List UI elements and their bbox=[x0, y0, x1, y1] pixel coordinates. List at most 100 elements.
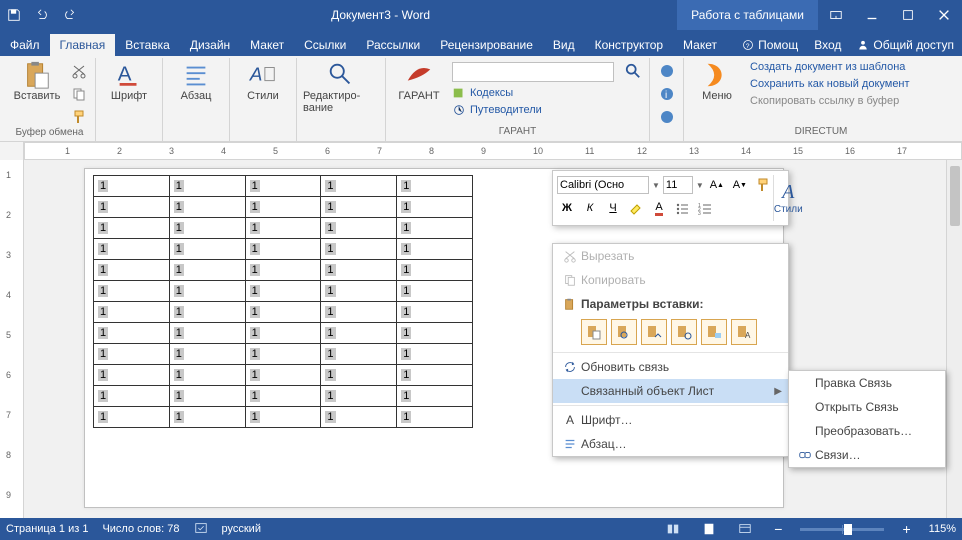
table-cell[interactable]: 1 bbox=[94, 260, 170, 281]
status-words[interactable]: Число слов: 78 bbox=[102, 523, 179, 535]
paste-option-4[interactable] bbox=[671, 319, 697, 345]
mini-fontsize-input[interactable] bbox=[663, 176, 693, 194]
tab-review[interactable]: Рецензирование bbox=[430, 34, 543, 56]
save-icon[interactable] bbox=[0, 0, 28, 30]
table-cell[interactable]: 1 bbox=[94, 344, 170, 365]
paste-option-5[interactable] bbox=[701, 319, 727, 345]
table-cell[interactable]: 1 bbox=[245, 197, 321, 218]
share-button[interactable]: Общий доступ bbox=[849, 34, 962, 56]
zoom-slider[interactable] bbox=[800, 528, 884, 531]
table-cell[interactable]: 1 bbox=[245, 239, 321, 260]
table-cell[interactable]: 1 bbox=[169, 365, 245, 386]
tab-table-design[interactable]: Конструктор bbox=[585, 34, 673, 56]
ctx-linked-object[interactable]: Связанный объект Лист ▶ bbox=[553, 379, 788, 403]
table-cell[interactable]: 1 bbox=[397, 197, 473, 218]
table-cell[interactable]: 1 bbox=[397, 386, 473, 407]
tab-insert[interactable]: Вставка bbox=[115, 34, 180, 56]
table-cell[interactable]: 1 bbox=[169, 344, 245, 365]
table-cell[interactable]: 1 bbox=[321, 302, 397, 323]
view-web-icon[interactable] bbox=[734, 520, 756, 538]
table-cell[interactable]: 1 bbox=[94, 197, 170, 218]
tab-references[interactable]: Ссылки bbox=[294, 34, 356, 56]
styles-dropdown[interactable]: A Стили bbox=[236, 60, 290, 102]
table-cell[interactable]: 1 bbox=[169, 323, 245, 344]
sub-convert[interactable]: Преобразовать… bbox=[789, 419, 945, 443]
table-cell[interactable]: 1 bbox=[321, 344, 397, 365]
format-painter-icon[interactable] bbox=[68, 106, 89, 127]
cut-icon[interactable] bbox=[68, 60, 89, 81]
sub-links[interactable]: Связи… bbox=[789, 443, 945, 467]
table-cell[interactable]: 1 bbox=[397, 239, 473, 260]
mini-styles-button[interactable]: A Стили bbox=[773, 175, 803, 221]
table-cell[interactable]: 1 bbox=[169, 386, 245, 407]
view-print-icon[interactable] bbox=[698, 520, 720, 538]
data-table[interactable]: 1111111111111111111111111111111111111111… bbox=[93, 175, 473, 428]
table-cell[interactable]: 1 bbox=[321, 407, 397, 428]
font-color-icon[interactable]: A bbox=[649, 198, 669, 218]
copy-icon[interactable] bbox=[68, 83, 89, 104]
table-cell[interactable]: 1 bbox=[94, 281, 170, 302]
table-cell[interactable]: 1 bbox=[94, 239, 170, 260]
table-cell[interactable]: 1 bbox=[245, 302, 321, 323]
table-cell[interactable]: 1 bbox=[321, 365, 397, 386]
view-read-icon[interactable] bbox=[662, 520, 684, 538]
sub-open-link[interactable]: Открыть Связь bbox=[789, 395, 945, 419]
increase-font-icon[interactable]: A▲ bbox=[707, 175, 727, 195]
tab-home[interactable]: Главная bbox=[50, 34, 116, 56]
table-cell[interactable]: 1 bbox=[245, 365, 321, 386]
ctx-update-link[interactable]: Обновить связь bbox=[553, 355, 788, 379]
directum-menu-button[interactable]: Меню bbox=[690, 60, 744, 102]
table-cell[interactable]: 1 bbox=[169, 281, 245, 302]
table-cell[interactable]: 1 bbox=[245, 281, 321, 302]
table-cell[interactable]: 1 bbox=[169, 407, 245, 428]
help-button[interactable]: ?Помощ bbox=[734, 34, 806, 56]
garant-button[interactable]: ГАРАНТ bbox=[392, 60, 446, 102]
table-cell[interactable]: 1 bbox=[169, 176, 245, 197]
paste-option-6[interactable]: A bbox=[731, 319, 757, 345]
table-cell[interactable]: 1 bbox=[169, 302, 245, 323]
table-cell[interactable]: 1 bbox=[94, 302, 170, 323]
tab-table-layout[interactable]: Макет bbox=[673, 34, 727, 56]
table-cell[interactable]: 1 bbox=[321, 323, 397, 344]
format-painter-mini-icon[interactable] bbox=[753, 175, 773, 195]
mini-font-input[interactable] bbox=[557, 176, 649, 194]
paste-option-3[interactable] bbox=[641, 319, 667, 345]
table-cell[interactable]: 1 bbox=[169, 218, 245, 239]
font-dropdown[interactable]: A Шрифт bbox=[102, 60, 156, 102]
table-cell[interactable]: 1 bbox=[321, 281, 397, 302]
sub-edit-link[interactable]: Правка Связь bbox=[789, 371, 945, 395]
directum-saveas-link[interactable]: Сохранить как новый документ bbox=[748, 77, 912, 91]
directum-create-link[interactable]: Создать документ из шаблона bbox=[748, 60, 912, 74]
table-cell[interactable]: 1 bbox=[397, 260, 473, 281]
tab-design[interactable]: Дизайн bbox=[180, 34, 240, 56]
garant-info-icon[interactable]: i bbox=[656, 83, 677, 104]
table-cell[interactable]: 1 bbox=[245, 344, 321, 365]
table-cell[interactable]: 1 bbox=[169, 239, 245, 260]
scrollbar-vertical[interactable] bbox=[946, 160, 962, 520]
bold-button[interactable]: Ж bbox=[557, 198, 577, 218]
tab-layout[interactable]: Макет bbox=[240, 34, 294, 56]
garant-guides-link[interactable]: Путеводители bbox=[450, 102, 618, 118]
table-cell[interactable]: 1 bbox=[94, 407, 170, 428]
table-cell[interactable]: 1 bbox=[397, 323, 473, 344]
undo-icon[interactable] bbox=[28, 0, 56, 30]
status-language[interactable]: русский bbox=[222, 523, 261, 535]
table-cell[interactable]: 1 bbox=[321, 386, 397, 407]
table-cell[interactable]: 1 bbox=[94, 176, 170, 197]
table-cell[interactable]: 1 bbox=[245, 323, 321, 344]
tab-file[interactable]: Файл bbox=[0, 34, 50, 56]
table-cell[interactable]: 1 bbox=[94, 323, 170, 344]
redo-icon[interactable] bbox=[56, 0, 84, 30]
table-cell[interactable]: 1 bbox=[94, 218, 170, 239]
table-cell[interactable]: 1 bbox=[321, 260, 397, 281]
close-icon[interactable] bbox=[926, 0, 962, 30]
editing-dropdown[interactable]: Редактиро­вание bbox=[303, 60, 379, 114]
italic-button[interactable]: К bbox=[580, 198, 600, 218]
garant-codex-link[interactable]: Кодексы bbox=[450, 85, 618, 101]
tab-mailings[interactable]: Рассылки bbox=[356, 34, 430, 56]
table-cell[interactable]: 1 bbox=[245, 407, 321, 428]
table-cell[interactable]: 1 bbox=[397, 176, 473, 197]
status-proof-icon[interactable] bbox=[194, 521, 208, 538]
ctx-font[interactable]: A Шрифт… bbox=[553, 408, 788, 432]
zoom-in-icon[interactable]: + bbox=[898, 521, 914, 537]
